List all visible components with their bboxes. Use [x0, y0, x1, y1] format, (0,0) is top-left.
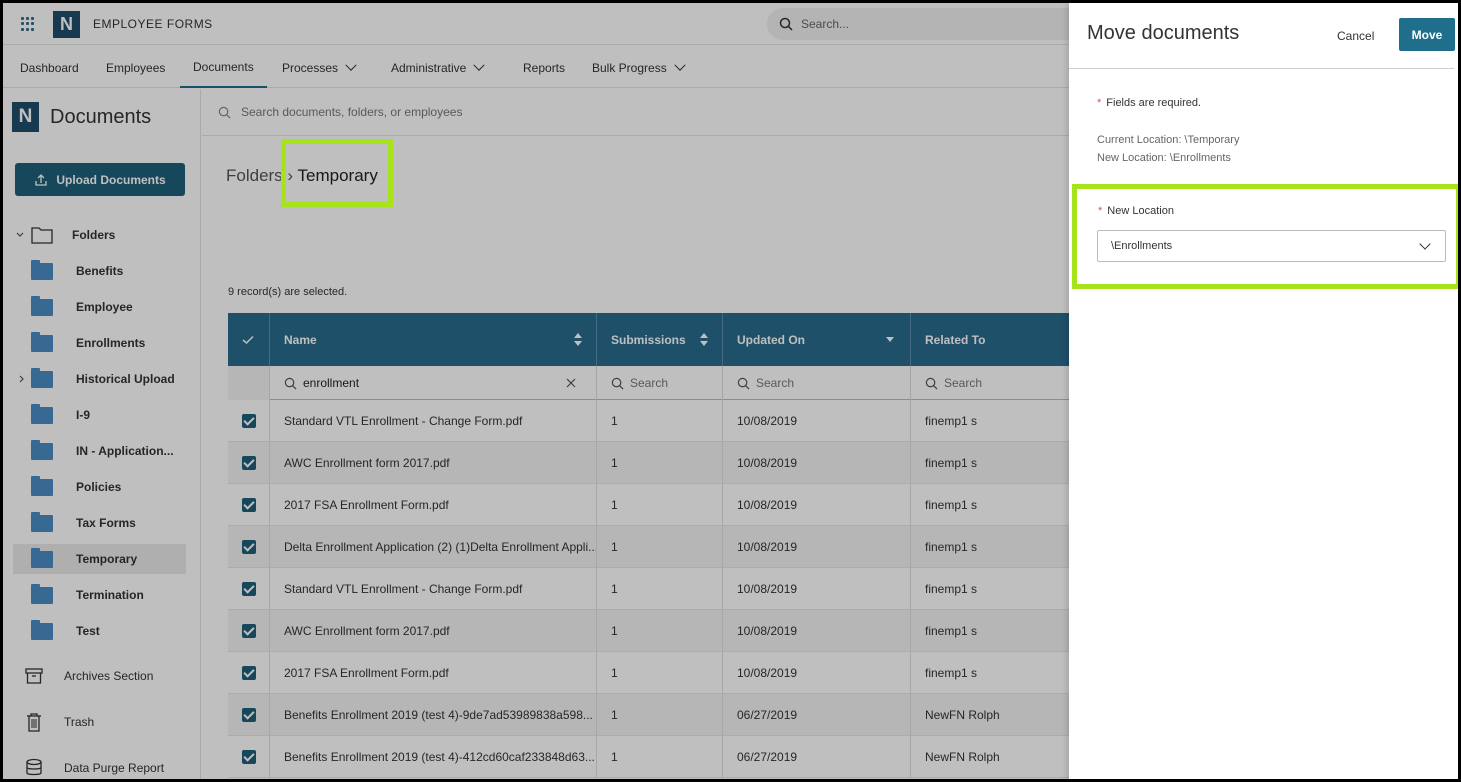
- required-text: Fields are required.: [1106, 97, 1202, 109]
- required-note: * Fields are required.: [1097, 97, 1201, 109]
- panel-title: Move documents: [1087, 22, 1240, 44]
- app-frame: N EMPLOYEE FORMS Search... Dashboard Emp…: [0, 0, 1461, 782]
- required-star: *: [1097, 97, 1102, 109]
- cancel-button[interactable]: Cancel: [1337, 21, 1374, 51]
- modal-overlay[interactable]: [3, 3, 1069, 779]
- panel-divider: [1069, 68, 1454, 69]
- move-button[interactable]: Move: [1399, 18, 1455, 51]
- current-location-text: Current Location: \Temporary: [1097, 134, 1240, 146]
- breadcrumb-highlight: [281, 139, 393, 207]
- move-documents-panel: Move documents Cancel Move * Fields are r…: [1069, 3, 1458, 779]
- new-location-text: New Location: \Enrollments: [1097, 152, 1231, 164]
- select-highlight: [1072, 184, 1458, 289]
- location-info: Current Location: \Temporary New Locatio…: [1097, 131, 1239, 167]
